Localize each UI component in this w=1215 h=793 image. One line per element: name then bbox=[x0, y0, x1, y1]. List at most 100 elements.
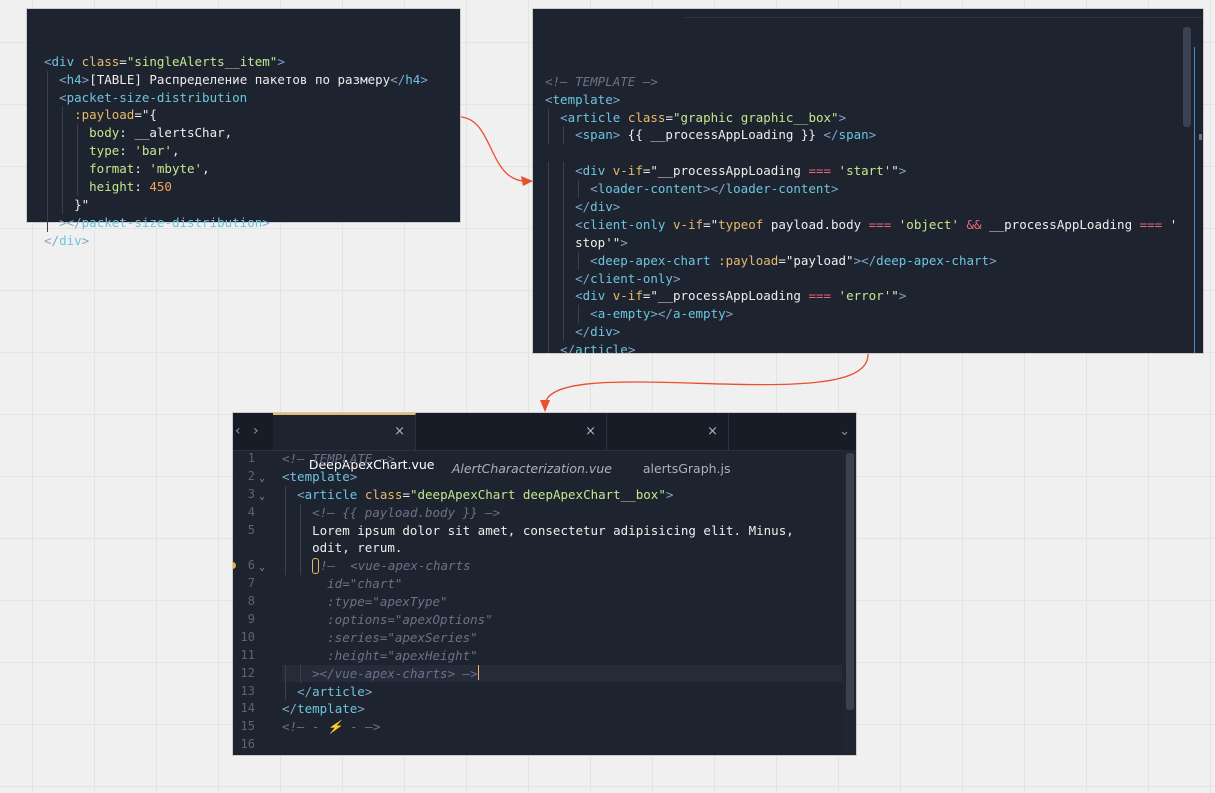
tab-deepapexchart[interactable]: DeepApexChart.vue × bbox=[273, 413, 434, 472]
code-line: <div class="singleAlerts__item"> bbox=[44, 53, 460, 71]
indent-guide bbox=[563, 162, 565, 181]
operator: === bbox=[808, 288, 832, 304]
indent-guide bbox=[77, 142, 79, 161]
line-number: 8 bbox=[247, 594, 255, 609]
code-text: [TABLE] Распределение пакетов по размеру bbox=[89, 71, 391, 87]
punctuation: > bbox=[672, 270, 681, 286]
punctuation: </ bbox=[282, 701, 298, 717]
tag-name: div bbox=[59, 232, 82, 248]
code-line: :series="apexSeries" bbox=[282, 629, 842, 647]
scrollbar-thumb[interactable] bbox=[1183, 27, 1191, 127]
code-text: = bbox=[402, 486, 410, 502]
code-comment: <!— TEMPLATE —> bbox=[282, 451, 395, 466]
tag-name: h4 bbox=[405, 71, 421, 87]
code-line: :type="apexType" bbox=[282, 593, 842, 611]
string-literal: 'object' bbox=[898, 216, 959, 232]
operator: === bbox=[868, 216, 892, 232]
indent-guide bbox=[47, 106, 48, 125]
tag-name: span bbox=[582, 127, 613, 143]
code-line: :payload="{ bbox=[44, 106, 460, 125]
close-icon[interactable]: × bbox=[394, 415, 405, 448]
code-line: <div v-if="__processAppLoading === 'erro… bbox=[545, 287, 1203, 306]
code-line: <h4>[TABLE] Распределение пакетов по раз… bbox=[44, 70, 460, 89]
punctuation: > bbox=[81, 232, 90, 248]
indent-guide bbox=[285, 539, 286, 558]
chevron-left-icon[interactable]: ‹ bbox=[235, 423, 241, 441]
line-number bbox=[233, 539, 255, 557]
code-block: <!— TEMPLATE —> <template> <article class… bbox=[533, 63, 1203, 353]
punctuation: > bbox=[989, 252, 997, 268]
code-comment: :height="apexHeight" bbox=[282, 647, 478, 663]
punctuation: > bbox=[612, 91, 621, 107]
code-text: ="payload" bbox=[778, 252, 854, 268]
arrowhead-panel3 bbox=[540, 400, 550, 412]
fold-chevron-icon[interactable]: ⌄ bbox=[259, 559, 265, 577]
code-line: id="chart" bbox=[282, 575, 842, 593]
punctuation: < bbox=[575, 163, 583, 179]
tab-alertsgraph[interactable]: alertsGraph.js × bbox=[607, 413, 731, 476]
string-literal: 'bar' bbox=[134, 143, 172, 159]
attribute-name: class bbox=[627, 109, 666, 125]
indent-guide bbox=[548, 251, 549, 270]
punctuation: < bbox=[575, 127, 583, 143]
code-line: body: __alertsChar, bbox=[44, 124, 460, 143]
indent-guide bbox=[62, 142, 64, 161]
indent-guide bbox=[285, 521, 286, 540]
indent-guide bbox=[47, 88, 48, 107]
punctuation: > bbox=[612, 198, 621, 214]
object-key: type bbox=[89, 143, 120, 159]
close-icon[interactable]: × bbox=[585, 413, 596, 450]
indent-guide bbox=[548, 323, 549, 342]
code-text: : __alertsChar, bbox=[119, 125, 233, 141]
code-comment: :type="apexType" bbox=[282, 594, 448, 610]
punctuation: < bbox=[575, 216, 583, 232]
scrollbar-thumb[interactable] bbox=[846, 453, 854, 710]
indent-guide bbox=[47, 195, 48, 214]
code-text: : bbox=[134, 179, 150, 195]
line-number: 11 bbox=[240, 647, 255, 662]
indent-guide bbox=[300, 664, 302, 683]
code-text: __processAppLoading bbox=[981, 216, 1140, 232]
fold-chevron-icon[interactable]: ⌄ bbox=[259, 488, 265, 506]
indent-guide bbox=[300, 539, 302, 558]
indent-guide bbox=[77, 178, 79, 196]
tab-alertcharacterization[interactable]: AlertCharacterization.vue × bbox=[416, 413, 612, 476]
indent-guide bbox=[548, 305, 549, 324]
line-number: 6 bbox=[247, 558, 255, 573]
bracket-match-highlight bbox=[312, 558, 320, 575]
line-number: 3 bbox=[247, 486, 255, 501]
fold-chevron-icon[interactable]: ⌄ bbox=[259, 470, 265, 488]
operator: && bbox=[966, 216, 982, 232]
code-comment: !— <vue-apex-charts bbox=[320, 558, 471, 574]
chevron-down-icon[interactable]: ⌄ bbox=[839, 423, 850, 441]
indent-guide bbox=[62, 124, 64, 143]
punctuation: > bbox=[830, 181, 839, 197]
close-icon[interactable]: × bbox=[707, 413, 718, 450]
operator: === bbox=[1139, 216, 1163, 232]
indent-guide bbox=[563, 269, 565, 288]
tag-name: div bbox=[590, 324, 613, 340]
attribute-name: class bbox=[81, 53, 120, 69]
chevron-right-icon[interactable]: › bbox=[253, 423, 259, 441]
code-text: ="{ bbox=[134, 107, 157, 123]
punctuation: ></ bbox=[59, 214, 82, 230]
code-line: type: 'bar', bbox=[44, 142, 460, 161]
code-text: ="__processAppLoading bbox=[642, 163, 809, 179]
indent-guide bbox=[563, 305, 565, 324]
code-block[interactable]: <!— TEMPLATE —> <template> <article class… bbox=[282, 450, 842, 754]
indent-guide bbox=[300, 557, 302, 576]
arrow-panel1-to-panel2 bbox=[460, 116, 531, 182]
punctuation: < bbox=[560, 109, 568, 125]
tag-name: packet-size-distribution bbox=[81, 214, 263, 230]
arrowhead-panel2 bbox=[521, 176, 533, 186]
punctuation: < bbox=[59, 89, 67, 105]
code-line: <article class="graphic graphic__box"> bbox=[545, 108, 1203, 127]
